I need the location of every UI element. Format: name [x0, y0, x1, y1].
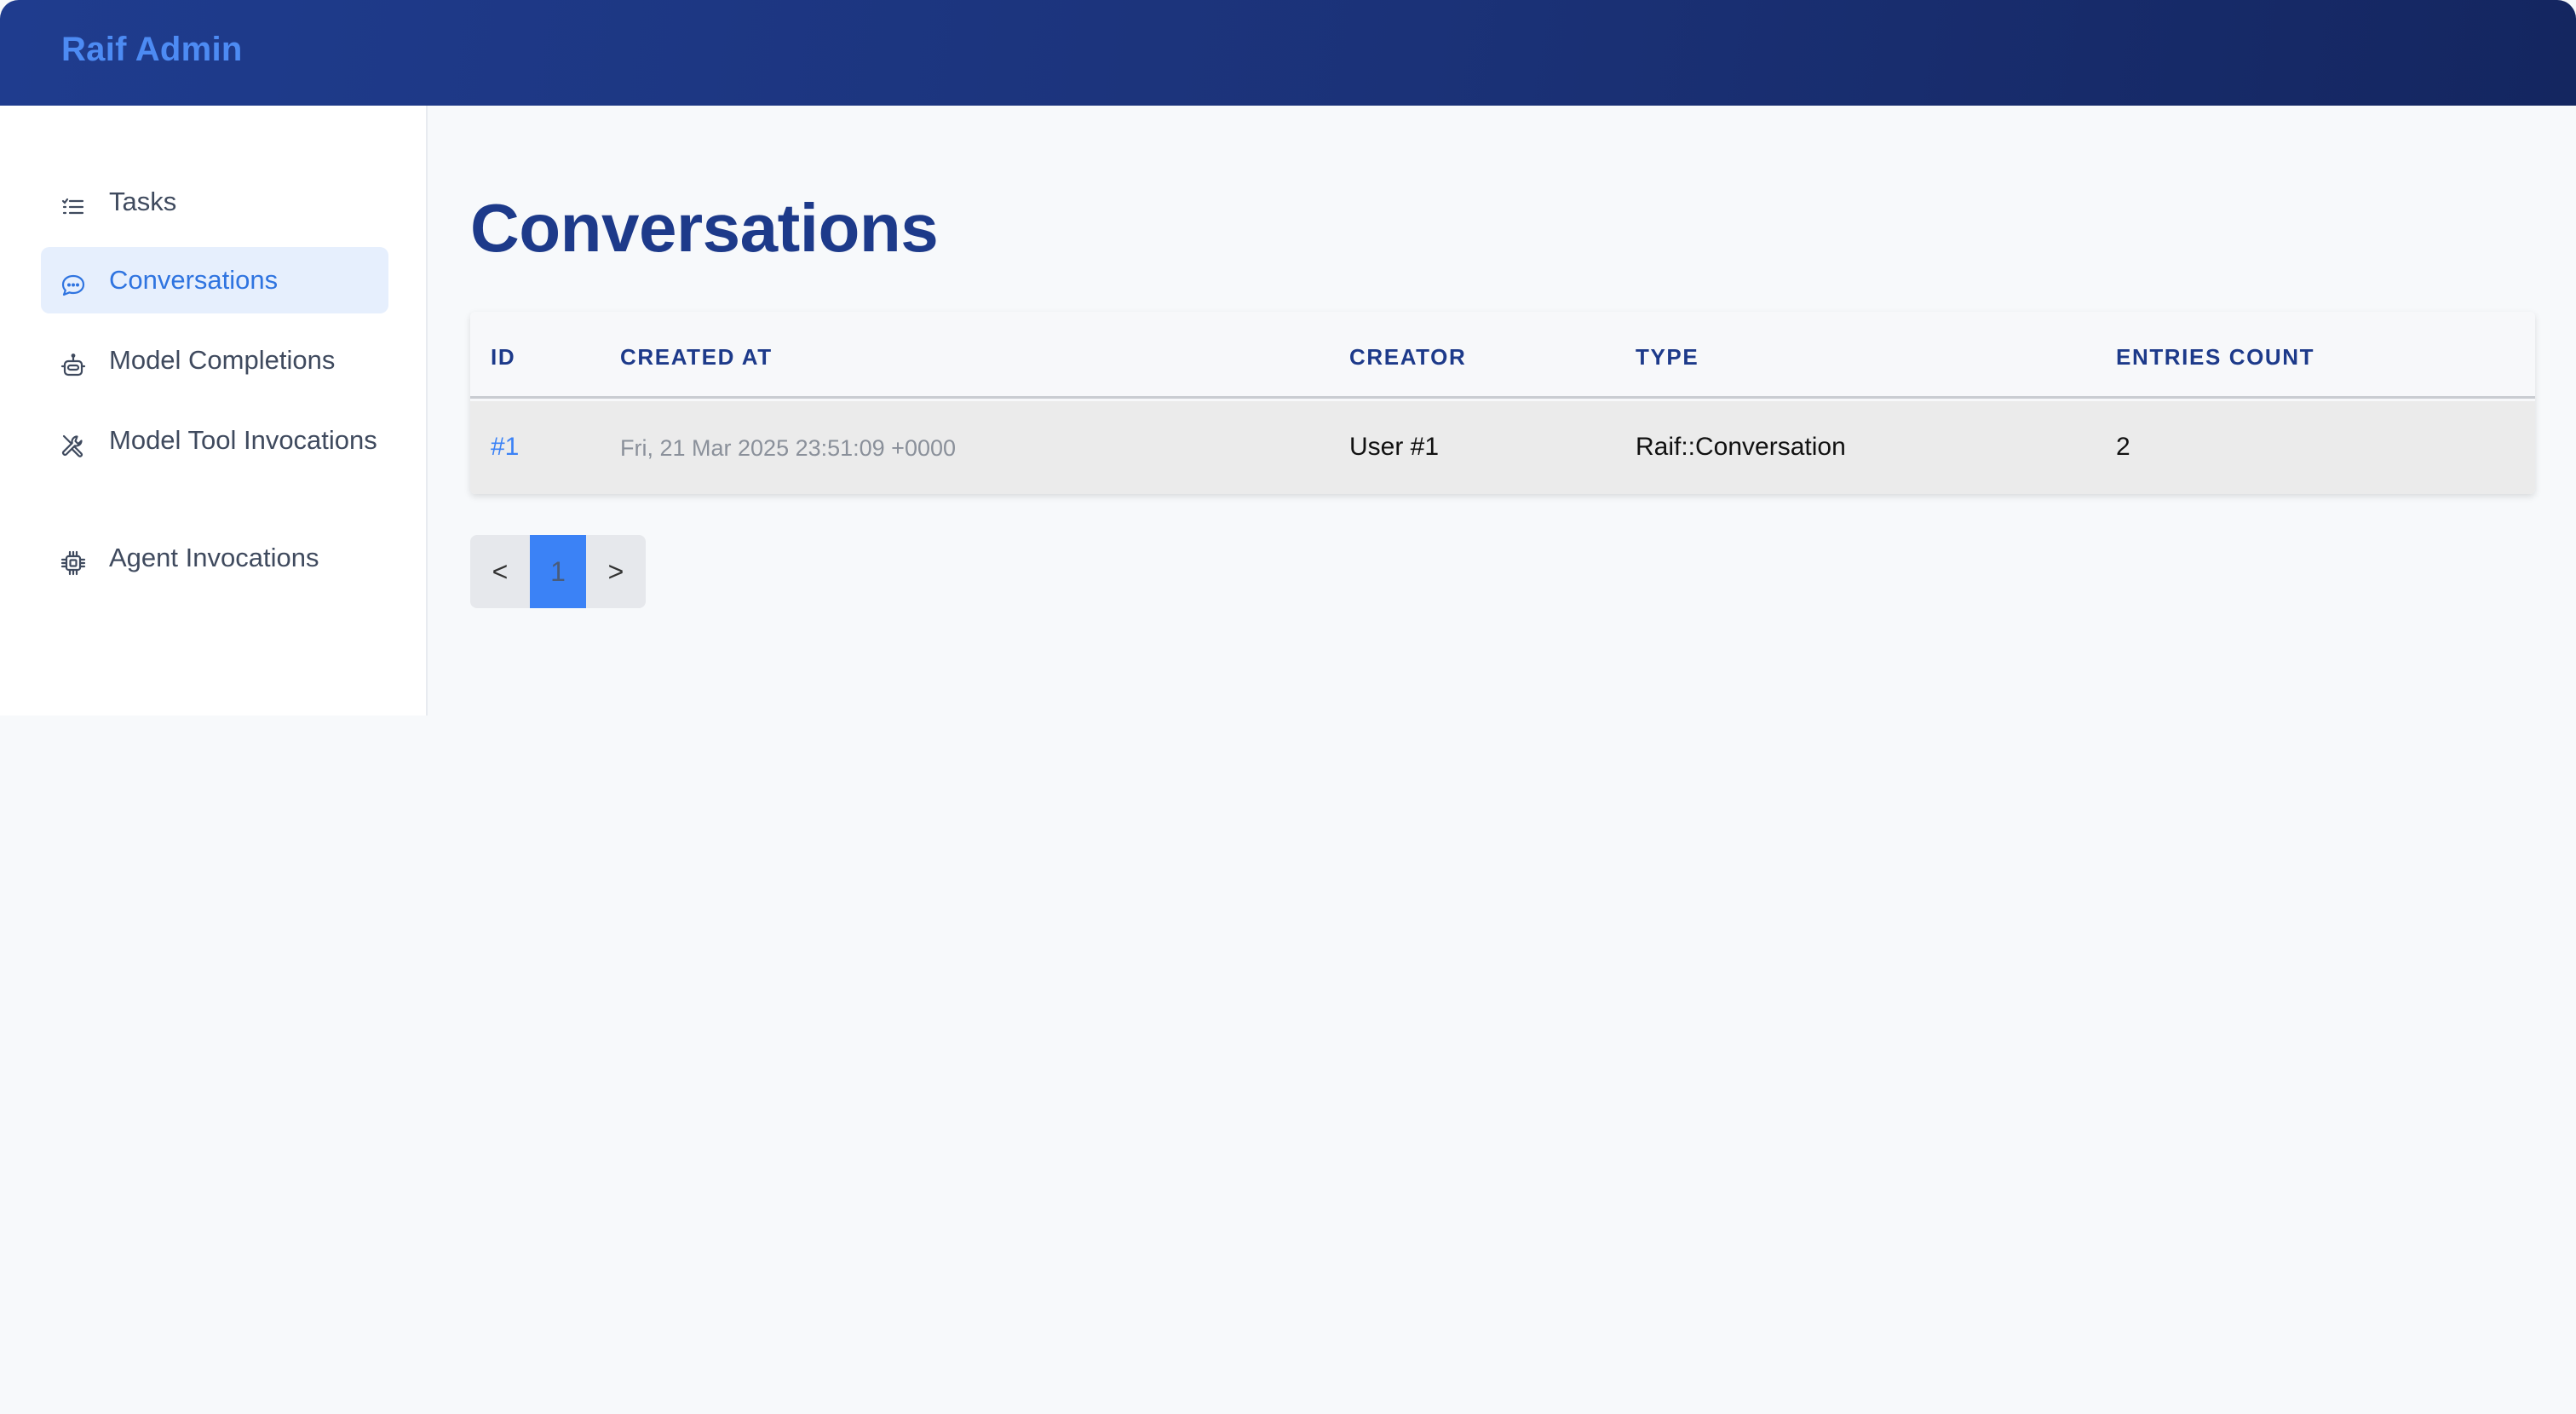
sidebar-item-model-tool-invocations[interactable]: Model Tool Invocations: [41, 421, 388, 460]
list-icon: [60, 193, 87, 220]
app-window: Raif Admin Tasks Conversations Model Com…: [0, 0, 2576, 1414]
sidebar-item-conversations[interactable]: Conversations: [41, 247, 388, 313]
page-title: Conversations: [470, 190, 939, 266]
sidebar-item-agent-invocations[interactable]: Agent Invocations: [41, 538, 388, 578]
column-header-entries-count: ENTRIES COUNT: [2116, 344, 2315, 370]
conversations-table: ID CREATED AT CREATOR TYPE ENTRIES COUNT…: [470, 312, 2535, 494]
sidebar-item-model-completions[interactable]: Model Completions: [41, 341, 388, 380]
table-row[interactable]: #1 Fri, 21 Mar 2025 23:51:09 +0000 User …: [470, 401, 2535, 494]
row-creator: User #1: [1349, 433, 1440, 461]
cpu-chip-icon: [60, 549, 87, 576]
pagination: < 1 >: [470, 535, 646, 608]
sidebar-item-label: Model Tool Invocations: [109, 425, 377, 455]
pagination-current-page[interactable]: 1: [530, 535, 586, 608]
table-header: ID CREATED AT CREATOR TYPE ENTRIES COUNT: [470, 312, 2535, 399]
sidebar-item-label: Agent Invocations: [109, 543, 319, 572]
tools-icon: [60, 431, 87, 458]
sidebar-item-label: Model Completions: [109, 345, 336, 375]
chat-bubble-icon: [60, 271, 87, 298]
column-header-id: ID: [491, 344, 516, 370]
column-header-type: TYPE: [1636, 344, 1699, 370]
sidebar-item-label: Tasks: [109, 187, 177, 216]
pagination-next-button[interactable]: >: [586, 535, 646, 608]
brand-title[interactable]: Raif Admin: [61, 31, 243, 69]
column-header-creator: CREATOR: [1349, 344, 1467, 370]
sidebar-item-label: Conversations: [109, 265, 279, 295]
row-id-link[interactable]: #1: [491, 433, 519, 462]
pagination-prev-button[interactable]: <: [470, 535, 530, 608]
row-type: Raif::Conversation: [1636, 433, 1846, 461]
sidebar-item-tasks[interactable]: Tasks: [41, 182, 388, 221]
top-header: Raif Admin: [0, 0, 2576, 106]
row-entries-count: 2: [2116, 433, 2130, 461]
column-header-created-at: CREATED AT: [620, 344, 773, 370]
robot-icon: [60, 351, 87, 378]
row-created-at: Fri, 21 Mar 2025 23:51:09 +0000: [620, 435, 957, 461]
sidebar: Tasks Conversations Model Completions Mo…: [0, 106, 428, 716]
